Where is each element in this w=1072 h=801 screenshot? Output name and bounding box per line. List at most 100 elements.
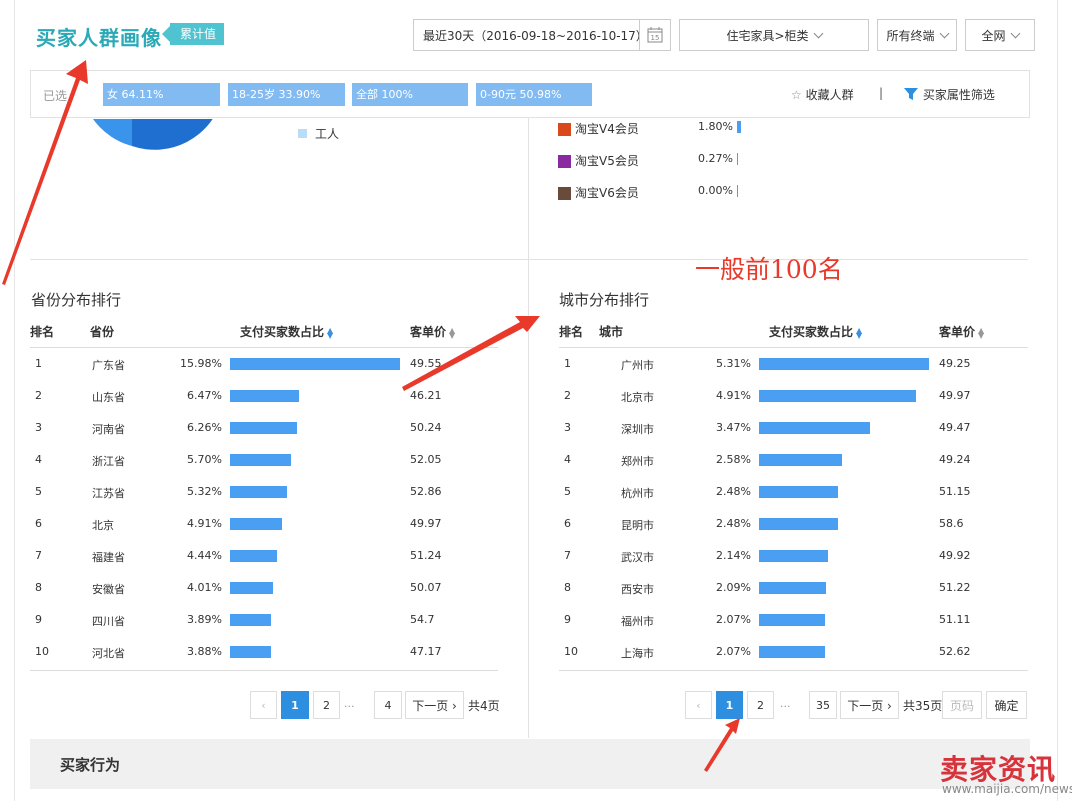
name-cell: 浙江省 xyxy=(92,455,125,468)
filter-chip-age[interactable]: 18-25岁 33.90% xyxy=(228,83,345,106)
rank-cell: 7 xyxy=(564,549,571,562)
ratio-bar xyxy=(759,518,838,530)
vip-badge-icon xyxy=(558,187,571,200)
rank-cell: 7 xyxy=(35,549,42,562)
watermark-url: www.maijia.com/news xyxy=(942,782,1072,796)
ratio-cell: 15.98% xyxy=(180,357,222,370)
price-cell: 52.86 xyxy=(410,485,442,498)
funnel-icon xyxy=(903,86,919,105)
province-header-ratio[interactable]: 支付买家数占比 ▲ ▼ xyxy=(240,323,333,340)
network-select[interactable]: 全网 xyxy=(965,19,1035,51)
price-cell: 49.47 xyxy=(939,421,971,434)
ratio-bar xyxy=(759,614,825,626)
pager-next-button[interactable]: 下一页 › xyxy=(405,691,464,719)
ratio-cell: 5.70% xyxy=(187,453,222,466)
pager-ellipsis: ... xyxy=(344,697,355,710)
province-header-price[interactable]: 客单价 ▲ ▼ xyxy=(410,323,455,340)
rank-cell: 8 xyxy=(35,581,42,594)
date-range-label: 最近30天（2016-09-18~2016-10-17） xyxy=(423,29,648,43)
pager-next-button[interactable]: 下一页 › xyxy=(840,691,899,719)
name-cell: 河南省 xyxy=(92,423,125,436)
ratio-cell: 2.58% xyxy=(716,453,751,466)
vip-badge-icon xyxy=(558,123,571,136)
ratio-cell: 4.44% xyxy=(187,549,222,562)
name-cell: 北京市 xyxy=(621,391,654,404)
name-cell: 上海市 xyxy=(621,647,654,660)
pager-prev-button[interactable]: ‹ xyxy=(685,691,712,719)
ratio-cell: 6.47% xyxy=(187,389,222,402)
price-cell: 49.97 xyxy=(410,517,442,530)
sort-icon: ▲ ▼ xyxy=(856,325,863,340)
name-cell: 郑州市 xyxy=(621,455,654,468)
ratio-bar xyxy=(759,486,838,498)
pager-page-last[interactable]: 4 xyxy=(374,691,402,719)
pager-page-1[interactable]: 1 xyxy=(716,691,743,719)
cumulative-tag: 累计值 xyxy=(161,23,225,45)
vip-bar xyxy=(737,121,741,133)
page-number-input[interactable]: 页码 xyxy=(942,691,982,719)
buyer-attr-filter-button[interactable]: 买家属性筛选 xyxy=(903,86,995,105)
watermark-logo: 卖家资讯 www.maijia.com/news xyxy=(940,750,1072,801)
pie-chart-fragment xyxy=(70,119,230,151)
name-cell: 福建省 xyxy=(92,551,125,564)
favorite-crowd-button[interactable]: ☆ 收藏人群 xyxy=(791,86,854,103)
price-cell: 52.62 xyxy=(939,645,971,658)
name-cell: 广东省 xyxy=(92,359,125,372)
filter-chip-all[interactable]: 全部 100% xyxy=(352,83,468,106)
name-cell: 西安市 xyxy=(621,583,654,596)
name-cell: 江苏省 xyxy=(92,487,125,500)
rank-cell: 10 xyxy=(564,645,578,658)
section-divider xyxy=(30,259,1028,260)
price-cell: 49.55 xyxy=(410,357,442,370)
vip-value: 0.00% xyxy=(698,184,733,197)
name-cell: 福州市 xyxy=(621,615,654,628)
pager-total: 共4页 xyxy=(468,699,500,713)
ratio-cell: 3.88% xyxy=(187,645,222,658)
price-cell: 49.24 xyxy=(939,453,971,466)
calendar-icon[interactable]: 15 xyxy=(639,20,670,50)
ratio-bar xyxy=(759,422,870,434)
rank-cell: 8 xyxy=(564,581,571,594)
buyer-behavior-title: 买家行为 xyxy=(60,756,121,774)
pager-total: 共35页 xyxy=(903,699,943,713)
sort-icon: ▲ ▼ xyxy=(327,325,334,340)
ratio-label: 支付买家数占比 xyxy=(240,325,325,339)
pager-page-2[interactable]: 2 xyxy=(313,691,340,719)
vip-bar xyxy=(737,185,738,197)
ratio-cell: 5.32% xyxy=(187,485,222,498)
ratio-cell: 4.91% xyxy=(187,517,222,530)
pager-prev-button[interactable]: ‹ xyxy=(250,691,277,719)
ratio-bar xyxy=(759,550,828,562)
rank-cell: 6 xyxy=(564,517,571,530)
price-cell: 47.17 xyxy=(410,645,442,658)
price-cell: 51.24 xyxy=(410,549,442,562)
terminal-select[interactable]: 所有终端 xyxy=(877,19,957,51)
toolbar-divider: | xyxy=(879,86,884,100)
buyer-attr-filter-label: 买家属性筛选 xyxy=(922,88,995,102)
rank-cell: 2 xyxy=(35,389,42,402)
vip-label: 淘宝V4会员 xyxy=(575,122,639,136)
pager-page-2[interactable]: 2 xyxy=(747,691,774,719)
table-header-rule xyxy=(559,347,1028,348)
pager-page-last[interactable]: 35 xyxy=(809,691,837,719)
filter-chip-price[interactable]: 0-90元 50.98% xyxy=(476,83,592,106)
page-confirm-button[interactable]: 确定 xyxy=(986,691,1027,719)
rank-cell: 1 xyxy=(35,357,42,370)
city-header-ratio[interactable]: 支付买家数占比 ▲ ▼ xyxy=(769,323,862,340)
category-select[interactable]: 住宅家具>柜类 xyxy=(679,19,869,51)
price-cell: 49.97 xyxy=(939,389,971,402)
province-header-rank: 排名 xyxy=(30,325,55,339)
filter-chip-gender[interactable]: 女 64.11% xyxy=(103,83,220,106)
chevron-down-icon xyxy=(939,28,949,39)
date-range-select[interactable]: 最近30天（2016-09-18~2016-10-17） 15 xyxy=(413,19,671,51)
rank-cell: 4 xyxy=(35,453,42,466)
rank-cell: 4 xyxy=(564,453,571,466)
price-label: 客单价 xyxy=(410,325,447,339)
ratio-cell: 2.07% xyxy=(716,645,751,658)
ratio-bar xyxy=(230,422,297,434)
pager-page-1[interactable]: 1 xyxy=(281,691,309,719)
ratio-cell: 4.01% xyxy=(187,581,222,594)
city-header-price[interactable]: 客单价 ▲ ▼ xyxy=(939,323,984,340)
city-header-rank: 排名 xyxy=(559,325,584,339)
rank-cell: 1 xyxy=(564,357,571,370)
